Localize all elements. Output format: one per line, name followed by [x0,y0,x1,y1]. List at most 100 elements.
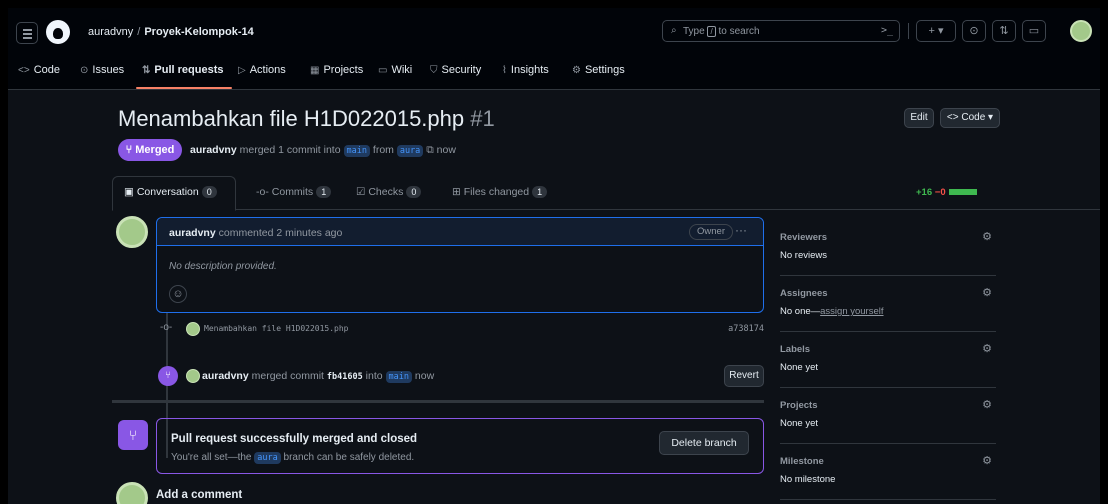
gear-icon: ⚙ [572,65,581,76]
tab-label: Pull requests [154,64,224,76]
tab-label: Conversation [136,186,199,198]
tab-actions[interactable]: ▷ Actions [238,64,286,76]
commit-sha[interactable]: a738174 [728,324,764,334]
tab-label: Wiki [391,64,413,76]
checks-icon: ☑ [356,186,366,198]
sidebar-value: None yet [780,418,819,429]
tab-checks[interactable]: ☑ Checks 0 [356,186,422,198]
avatar[interactable] [186,369,200,383]
deletable-branch[interactable]: aura [254,452,281,464]
gear-icon[interactable]: ⚙ [982,230,992,243]
breadcrumb: auradvny / Proyek-Kelompok-14 [88,26,254,38]
merge-event-text: auradvny merged commit fb41605 into main… [202,370,434,383]
tab-issues[interactable]: ⊙ Issues [80,64,124,76]
tab-pull-requests[interactable]: ⇅ Pull requests [142,64,223,76]
assign-yourself-link[interactable]: assign yourself [820,306,883,317]
chevron-down-icon: ▾ [937,25,944,37]
menu-button[interactable] [16,22,38,44]
edit-button[interactable]: Edit [904,108,934,128]
timeline-divider [112,400,764,403]
search-placeholder: Type / to search [683,26,760,37]
code-icon: <> [18,65,30,76]
merge-status-desc: You're all set—the aura branch can be sa… [171,452,414,464]
merge-text: merged commit [251,370,324,382]
more-options-icon[interactable]: ··· [735,223,747,237]
tab-label: Code [33,64,60,76]
merge-event: ⑂ auradvny merged commit fb41605 into ma… [158,363,764,389]
diff-stat: +16 −0 [916,187,977,198]
base-branch[interactable]: main [343,145,370,157]
gear-icon[interactable]: ⚙ [982,286,992,299]
page: auradvny / Proyek-Kelompok-14 ⌕ Type / to … [8,8,1100,504]
tab-label: Actions [249,64,286,76]
active-tab-underline [136,87,232,89]
inbox-icon: ▭ [1028,25,1040,37]
comment-time[interactable]: commented 2 minutes ago [219,227,343,239]
pr-title-text: Menambahkan file H1D022015.php [118,106,465,131]
delete-branch-button[interactable]: Delete branch [659,431,749,455]
tab-wiki[interactable]: ▭ Wiki [378,64,412,76]
commit-message[interactable]: Menambahkan file H1D022015.php [204,324,349,333]
add-reaction-icon[interactable]: ☺ [169,285,187,303]
breadcrumb-separator: / [137,26,141,38]
tab-label: Files changed [463,186,530,198]
menu-icon-line [23,33,32,35]
avatar[interactable] [116,482,148,504]
author-link[interactable]: auradvny [190,144,237,156]
comment-author[interactable]: auradvny [169,227,216,239]
search-input[interactable]: ⌕ Type / to search >_ [662,20,900,42]
book-icon: ▭ [378,65,388,76]
sidebar-milestone: Milestone No milestone ⚙ [780,444,996,500]
revert-button[interactable]: Revert [724,365,764,387]
tab-security[interactable]: ⛉ Security [430,64,481,76]
tab-label: Security [441,64,482,76]
menu-icon [23,29,32,31]
merge-icon: ⑂ [125,144,133,156]
gear-icon[interactable]: ⚙ [982,398,992,411]
github-logo-icon[interactable] [46,20,70,44]
create-new-button[interactable]: + ▾ [916,20,956,42]
tab-label: Projects [323,64,364,76]
issues-button[interactable]: ⊙ [962,20,986,42]
search-shortcut-key: / [707,26,716,37]
comment-body: No description provided. [169,261,277,272]
merge-summary: auradvny merged 1 commit into main from … [190,144,456,157]
deletions-count: −0 [934,187,946,198]
owner-badge: Owner [689,224,733,240]
tab-files-changed[interactable]: ⊞ Files changed 1 [452,186,548,198]
merge-commit-sha[interactable]: fb41605 [327,372,363,382]
tab-conversation[interactable]: ▣ Conversation 0 [124,186,217,198]
tab-commits[interactable]: -o- Commits 1 [256,186,332,198]
code-button[interactable]: <> Code ▾ [940,108,1000,128]
search-prefix: Type [683,26,705,37]
merge-branch[interactable]: main [385,371,412,383]
merge-text: merged 1 commit into [239,144,341,156]
merge-text: into [365,370,383,382]
avatar[interactable] [186,322,200,336]
avatar[interactable] [116,216,148,248]
merge-author[interactable]: auradvny [202,370,249,382]
commit-icon: -o- [256,186,269,198]
header-divider [908,23,909,39]
tab-settings[interactable]: ⚙ Settings [572,64,625,76]
commit-row: -o- Menambahkan file H1D022015.php a7381… [160,320,764,338]
tab-count: 0 [201,186,217,198]
owner-link[interactable]: auradvny [88,26,133,38]
sidebar-title: Projects [780,400,818,411]
inbox-button[interactable]: ▭ [1022,20,1046,42]
user-avatar[interactable] [1070,20,1092,42]
gear-icon[interactable]: ⚙ [982,454,992,467]
tab-projects[interactable]: ▦ Projects [310,64,363,76]
tab-insights[interactable]: ⌇ Insights [502,64,549,76]
head-branch[interactable]: aura [396,145,424,157]
tab-label: Checks [368,186,404,198]
file-diff-icon: ⊞ [452,186,461,198]
repo-link[interactable]: Proyek-Kelompok-14 [144,26,253,38]
tab-label: Issues [92,64,125,76]
tab-label: Insights [510,64,549,76]
tab-code[interactable]: <> Code [18,64,60,76]
gear-icon[interactable]: ⚙ [982,342,992,355]
command-palette-icon[interactable]: >_ [881,25,893,36]
pull-requests-button[interactable]: ⇅ [992,20,1016,42]
copy-icon[interactable]: ⧉ [426,144,434,156]
